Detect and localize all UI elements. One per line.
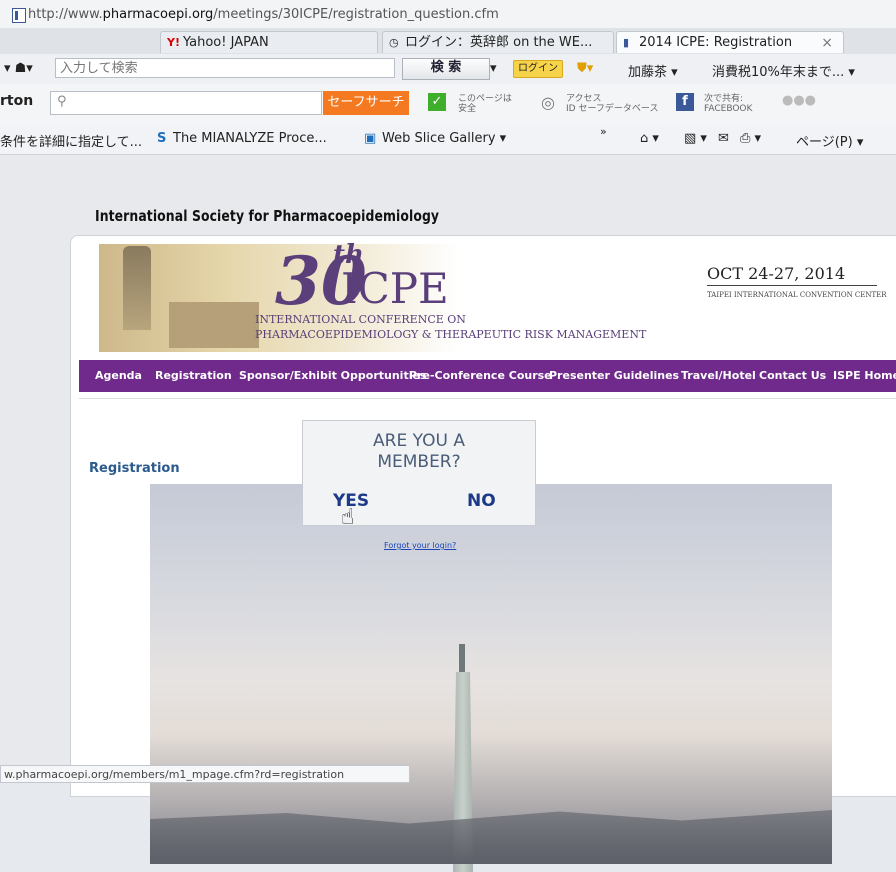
print-icon[interactable]: ⎙ ▾ [740, 131, 761, 146]
main-nav: Agenda Registration Sponsor/Exhibit Oppo… [79, 360, 896, 392]
home-icon[interactable]: ⌂ ▾ [640, 131, 659, 146]
shield-icon[interactable]: ⛊▾ [577, 61, 593, 76]
safe-search-button[interactable]: セーフサーチ [323, 91, 409, 115]
divider [707, 285, 877, 286]
mail-icon[interactable]: ✉ [718, 131, 729, 146]
favorite-item[interactable]: 条件を詳細に指定して... [0, 131, 142, 150]
nav-sponsor[interactable]: Sponsor/Exhibit Opportunities [239, 369, 426, 382]
norton-label: rton [0, 93, 34, 109]
address-bar[interactable]: http://www.pharmacoepi.org/meetings/30IC… [0, 0, 896, 29]
toolbar-item-tax[interactable]: 消費税10%年末まで... ▾ [712, 61, 855, 80]
chevron-right-icon[interactable]: » [600, 125, 607, 138]
login-button[interactable]: ログイン [513, 60, 563, 78]
share-facebook-text[interactable]: 次で共有: FACEBOOK [704, 94, 752, 114]
no-button[interactable]: NO [467, 491, 496, 511]
favorite-item[interactable]: The MIANALYZE Proce... [173, 131, 327, 146]
nav-registration[interactable]: Registration [155, 369, 232, 382]
search-button[interactable]: 検 索 [402, 58, 490, 80]
web-slice-icon: ▣ [364, 131, 377, 146]
toolbar-icons[interactable]: ▾ ☗▾ [4, 61, 33, 76]
logo-name: ICPE [341, 264, 449, 313]
taipei-photo [150, 484, 832, 872]
facebook-icon[interactable]: f [676, 93, 694, 111]
society-title: International Society for Pharmacoepidem… [95, 207, 440, 225]
conference-subtitle-2: PHARMACOEPIDEMIOLOGY & THERAPEUTIC RISK … [255, 328, 647, 341]
url-text[interactable]: http://www.pharmacoepi.org/meetings/30IC… [28, 7, 499, 22]
conference-banner: 30 th ICPE INTERNATIONAL CONFERENCE ON P… [79, 240, 896, 354]
favorites-bar: 条件を詳細に指定して... S The MIANALYZE Proce... ▣… [0, 124, 896, 155]
page-icon: ▮ [623, 36, 630, 49]
search-toolbar: ▾ ☗▾ 検 索 ▾ ログイン ⛊▾ 加藤茶 ▾ 消費税10%年末まで... ▾ [0, 54, 896, 85]
check-icon: ✓ [428, 93, 446, 111]
nav-contact-us[interactable]: Contact Us [759, 369, 826, 382]
nav-agenda[interactable]: Agenda [95, 369, 142, 382]
nav-travel-hotel[interactable]: Travel/Hotel [681, 369, 756, 382]
nav-presenter-guidelines[interactable]: Presenter Guidelines [549, 369, 679, 382]
rss-icon[interactable]: ▧ ▾ [684, 131, 707, 146]
search-input[interactable] [55, 58, 395, 78]
tab-yahoo[interactable]: Y! Yahoo! JAPAN [160, 31, 378, 53]
s-logo-icon: S [157, 131, 167, 146]
building-image [169, 302, 259, 348]
conference-subtitle-1: INTERNATIONAL CONFERENCE ON [255, 313, 466, 326]
hand-cursor-icon: ☝ [341, 505, 355, 530]
forgot-login-link[interactable]: Forgot your login? [384, 541, 456, 550]
norton-search-input[interactable]: ⚲ [50, 91, 322, 115]
page-title: Registration [89, 461, 180, 476]
id-safe-text[interactable]: アクセス ID セーフデータベース [566, 94, 658, 114]
tab-eijiro[interactable]: ◷ ログイン：英辞郎 on the WE... [382, 31, 614, 53]
tab-registration[interactable]: ▮ 2014 ICPE: Registration × [616, 31, 844, 53]
more-icon[interactable]: ●●● [782, 93, 816, 108]
conference-dates: OCT 24-27, 2014 [707, 264, 846, 283]
member-question: ARE YOU A MEMBER? [373, 431, 465, 472]
yahoo-icon: Y! [167, 36, 180, 49]
divider [79, 398, 896, 399]
tab-strip: Y! Yahoo! JAPAN ◷ ログイン：英辞郎 on the WE... … [0, 28, 896, 54]
norton-toolbar: rton ⚲ セーフサーチ ✓ このページは 安全 ◎ アクセス ID セーフデータ… [0, 84, 896, 125]
dropdown-icon[interactable]: ▾ [490, 61, 497, 76]
member-question-box: ARE YOU A MEMBER? YES NO ☝ [302, 420, 536, 530]
nav-ispe-home[interactable]: ISPE Home [833, 369, 896, 382]
page-icon [12, 8, 26, 23]
venue-text: TAIPEI INTERNATIONAL CONVENTION CENTER [707, 291, 887, 299]
hills-shape [150, 810, 832, 864]
tower-image [123, 246, 151, 330]
search-icon: ⚲ [57, 94, 67, 109]
page-menu[interactable]: ページ(P) ▾ [796, 131, 863, 150]
nav-pre-conference[interactable]: Pre-Conference Course [409, 369, 552, 382]
target-icon[interactable]: ◎ [541, 93, 555, 112]
close-tab-icon[interactable]: × [821, 32, 833, 53]
page-content: International Society for Pharmacoepidem… [0, 155, 896, 872]
status-bar: w.pharmacoepi.org/members/m1_mpage.cfm?r… [0, 765, 410, 783]
favorite-item[interactable]: Web Slice Gallery ▾ [382, 131, 506, 146]
toolbar-item-kato[interactable]: 加藤茶 ▾ [628, 61, 678, 80]
page-safe-text: このページは 安全 [458, 94, 512, 114]
circle-arrow-icon: ◷ [389, 36, 399, 49]
